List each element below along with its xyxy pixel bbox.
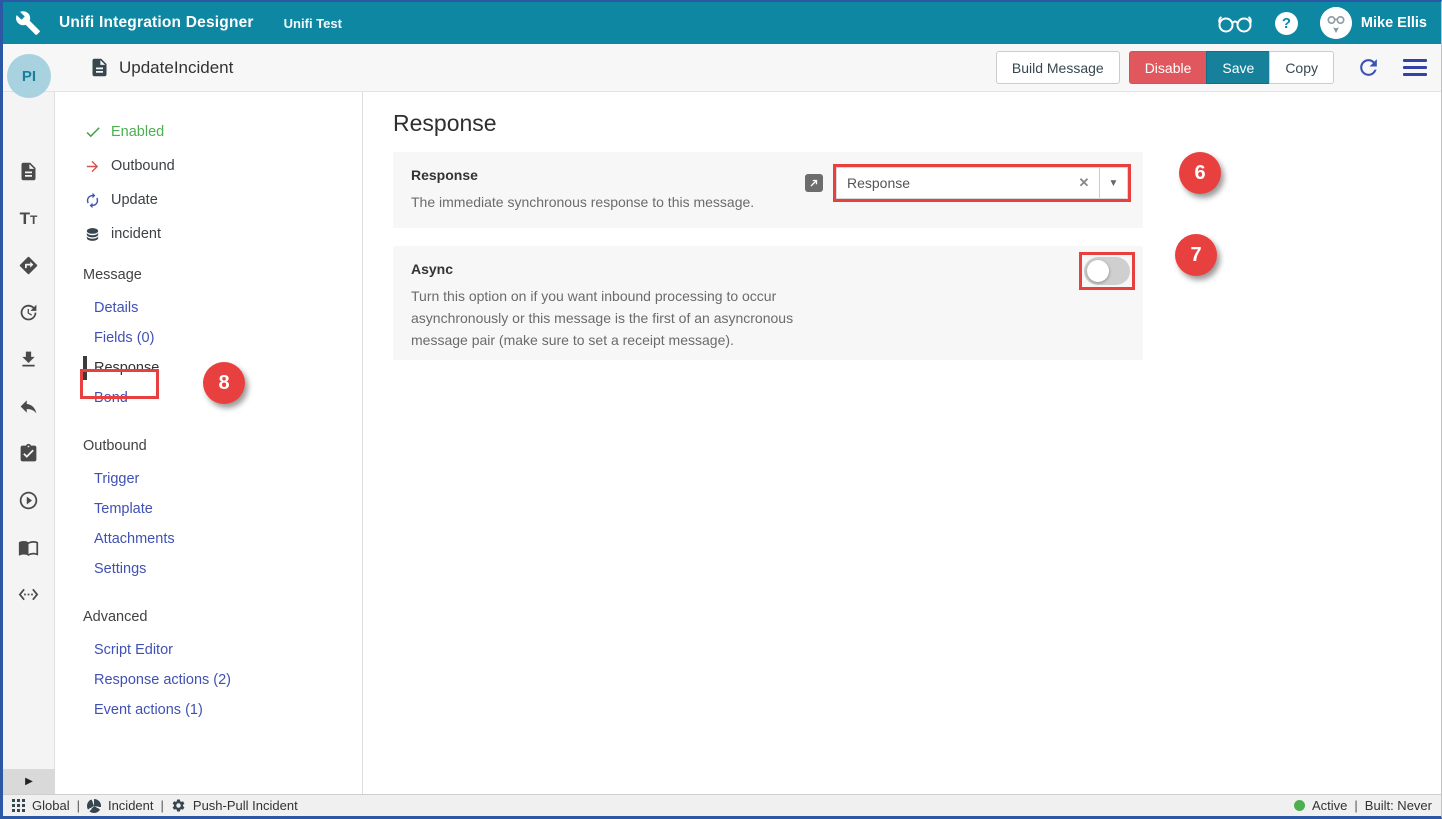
download-icon[interactable] <box>18 348 40 370</box>
nav-status-incident[interactable]: incident <box>83 222 362 246</box>
main-content: Response Response The immediate synchron… <box>363 92 1441 794</box>
nav-link-settings[interactable]: Settings <box>83 554 362 584</box>
nav-link-details[interactable]: Details <box>83 293 362 323</box>
application-scope-icon <box>12 799 25 812</box>
active-status-icon <box>1294 800 1305 811</box>
wrench-icon <box>15 10 41 36</box>
nav-link-event-actions[interactable]: Event actions (1) <box>83 695 362 725</box>
refresh-button[interactable] <box>1356 55 1381 80</box>
annotation-box-bond <box>80 369 159 399</box>
save-button[interactable]: Save <box>1206 51 1269 84</box>
icon-rail: Tt <box>3 92 55 794</box>
hamburger-icon <box>1403 59 1427 76</box>
toggle-knob <box>1087 260 1109 282</box>
status-bar: Global | Incident | Push-Pull Incident A… <box>3 794 1441 816</box>
run-icon[interactable] <box>18 489 40 511</box>
user-name: Mike Ellis <box>1361 15 1427 31</box>
table-label[interactable]: Incident <box>108 798 154 813</box>
section-heading: Response <box>393 110 1441 137</box>
expand-sidebar-button[interactable]: ▶ <box>3 769 55 794</box>
async-toggle[interactable] <box>1084 257 1130 285</box>
nav-section-advanced: Advanced <box>83 605 362 629</box>
nav-link-attachments[interactable]: Attachments <box>83 524 362 554</box>
autorenew-icon <box>83 191 102 210</box>
environment-name[interactable]: Unifi Test <box>284 16 342 31</box>
menu-button[interactable] <box>1403 59 1427 76</box>
field-label: Async <box>411 261 1125 277</box>
app-title: Unifi Integration Designer <box>59 14 254 32</box>
response-select[interactable]: Response ✕ ▼ <box>836 167 1128 199</box>
active-status-label: Active <box>1312 798 1347 813</box>
document-icon <box>89 57 110 78</box>
message-nav-panel: Enabled Outbound Update incident Message… <box>55 92 363 794</box>
page-title: UpdateIncident <box>119 58 233 78</box>
refresh-icon <box>1356 55 1381 80</box>
record-header: UpdateIncident Build Message Disable Sav… <box>3 44 1441 92</box>
code-icon[interactable] <box>18 583 40 605</box>
nav-status-label: Outbound <box>111 158 175 174</box>
scope-label[interactable]: Global <box>32 798 70 813</box>
nav-status-update[interactable]: Update <box>83 188 362 212</box>
gear-icon <box>171 798 186 813</box>
nav-status-label: Enabled <box>111 124 164 140</box>
action-button-group: Disable Save Copy <box>1129 51 1334 84</box>
reply-icon[interactable] <box>18 395 40 417</box>
database-icon <box>83 225 102 244</box>
nav-status-label: incident <box>111 226 161 242</box>
nav-status-enabled[interactable]: Enabled <box>83 120 362 144</box>
app-window: Unifi Integration Designer Unifi Test ? <box>0 0 1442 819</box>
top-navbar: Unifi Integration Designer Unifi Test ? <box>3 2 1441 44</box>
response-field-panel: Response The immediate synchronous respo… <box>393 152 1143 228</box>
help-icon[interactable]: ? <box>1275 12 1298 35</box>
disable-button[interactable]: Disable <box>1129 51 1207 84</box>
directions-icon[interactable] <box>18 254 40 276</box>
field-description: The immediate synchronous response to th… <box>411 191 841 213</box>
annotation-circle-8: 8 <box>203 362 245 404</box>
check-icon <box>83 123 102 142</box>
field-description: Turn this option on if you want inbound … <box>411 285 841 351</box>
clear-icon[interactable]: ✕ <box>1069 168 1099 198</box>
history-icon[interactable] <box>18 301 40 323</box>
async-field-panel: Async Turn this option on if you want in… <box>393 246 1143 360</box>
chevron-right-icon: ▶ <box>25 776 33 787</box>
annotation-box-async-toggle <box>1079 252 1135 290</box>
process-label[interactable]: Push-Pull Incident <box>193 798 298 813</box>
tasks-icon[interactable] <box>18 442 40 464</box>
process-avatar[interactable]: PI <box>7 54 51 98</box>
open-record-icon[interactable] <box>805 174 823 192</box>
nav-link-response-actions[interactable]: Response actions (2) <box>83 665 362 695</box>
nav-link-trigger[interactable]: Trigger <box>83 464 362 494</box>
documentation-icon[interactable] <box>18 536 40 558</box>
build-message-button[interactable]: Build Message <box>996 51 1120 84</box>
user-menu[interactable]: Mike Ellis <box>1320 7 1427 39</box>
response-select-value: Response <box>837 168 1069 198</box>
annotation-circle-6: 6 <box>1179 152 1221 194</box>
nav-status-outbound[interactable]: Outbound <box>83 154 362 178</box>
chevron-down-icon[interactable]: ▼ <box>1099 168 1127 198</box>
built-status-label: Built: Never <box>1365 798 1432 813</box>
arrow-right-icon <box>83 157 102 176</box>
documents-icon[interactable] <box>18 160 40 182</box>
table-icon <box>87 799 101 813</box>
nav-link-template[interactable]: Template <box>83 494 362 524</box>
nav-status-label: Update <box>111 192 158 208</box>
glasses-icon[interactable] <box>1217 12 1253 34</box>
text-fields-icon[interactable]: Tt <box>18 207 40 229</box>
annotation-box-response-select: Response ✕ ▼ <box>833 164 1131 202</box>
nav-link-fields[interactable]: Fields (0) <box>83 323 362 353</box>
copy-button[interactable]: Copy <box>1269 51 1334 84</box>
nav-section-outbound: Outbound <box>83 434 362 458</box>
nav-link-script-editor[interactable]: Script Editor <box>83 635 362 665</box>
annotation-circle-7: 7 <box>1175 234 1217 276</box>
nav-section-message: Message <box>83 263 362 287</box>
avatar <box>1320 7 1352 39</box>
